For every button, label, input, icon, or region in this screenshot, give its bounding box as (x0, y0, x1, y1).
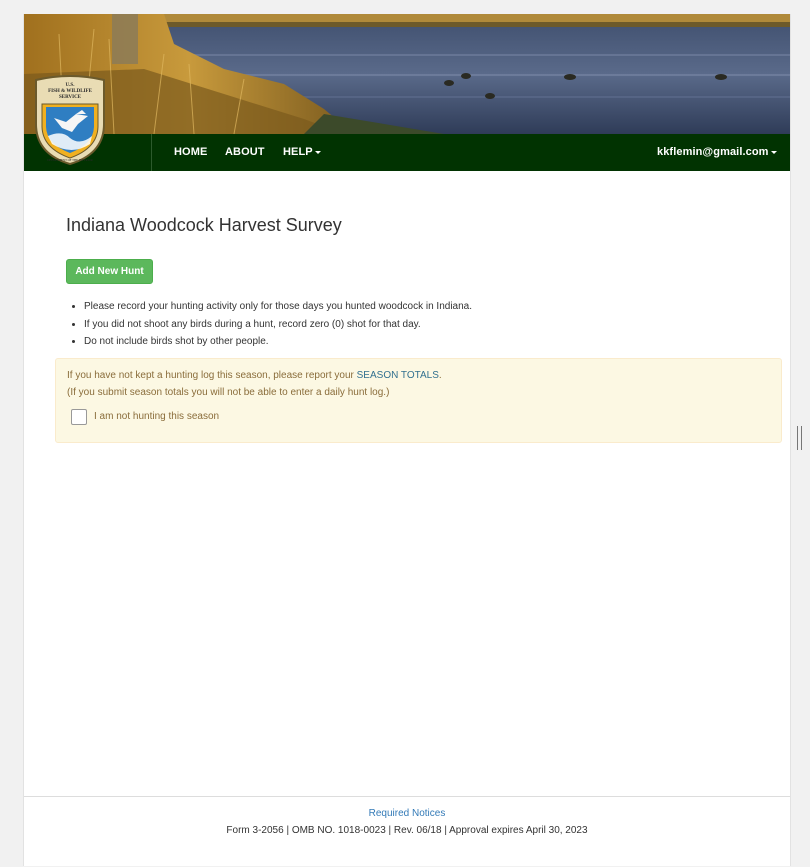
page-container: HOME ABOUT HELP kkflemin@gmail.com U.S. … (23, 14, 791, 866)
main-navbar: HOME ABOUT HELP kkflemin@gmail.com (24, 134, 790, 171)
not-hunting-checkbox[interactable] (71, 409, 87, 425)
seal-ring-text: DEPARTMENT OF THE INTERIOR (47, 158, 93, 162)
seal-line-2: FISH & WILDLIFE (48, 89, 92, 94)
nav-home-link[interactable]: HOME (174, 134, 207, 171)
nav-about-link[interactable]: ABOUT (225, 134, 265, 171)
not-hunting-label[interactable]: I am not hunting this season (94, 411, 219, 422)
chevron-down-icon (770, 150, 777, 154)
grip-line (801, 426, 802, 450)
page-footer: Required Notices Form 3-2056 | OMB NO. 1… (24, 796, 790, 867)
usfws-logo[interactable]: U.S. FISH & WILDLIFE SERVICE DEPARTMENT … (32, 74, 108, 166)
grip-line (797, 426, 798, 450)
instruction-item: Do not include birds shot by other peopl… (84, 335, 784, 353)
nav-help-dropdown[interactable]: HELP (283, 134, 321, 171)
form-info-text: Form 3-2056 | OMB NO. 1018-0023 | Rev. 0… (226, 825, 588, 836)
season-totals-warning: (If you submit season totals you will no… (67, 387, 390, 398)
chevron-down-icon (314, 150, 321, 154)
user-account-dropdown[interactable]: kkflemin@gmail.com (657, 134, 777, 171)
seal-line-3: SERVICE (59, 95, 82, 100)
season-totals-message: If you have not kept a hunting log this … (67, 370, 442, 381)
instruction-item: If you did not shoot any birds during a … (84, 318, 784, 336)
season-totals-alert: If you have not kept a hunting log this … (55, 358, 782, 443)
season-totals-link[interactable]: SEASON TOTALS (357, 370, 439, 381)
nav-help-label: HELP (283, 146, 313, 158)
instruction-item: Please record your hunting activity only… (84, 300, 784, 318)
page-title: Indiana Woodcock Harvest Survey (66, 215, 342, 235)
navbar-divider (151, 134, 152, 171)
seal-line-1: U.S. (66, 83, 76, 88)
user-email: kkflemin@gmail.com (657, 146, 769, 158)
add-new-hunt-button[interactable]: Add New Hunt (66, 259, 153, 284)
scrollbar-grip[interactable] (796, 426, 804, 450)
header-banner-image (24, 14, 790, 134)
season-totals-suffix: . (438, 370, 442, 381)
required-notices-link[interactable]: Required Notices (24, 808, 790, 819)
instructions-list: Please record your hunting activity only… (66, 300, 784, 353)
season-totals-prefix: If you have not kept a hunting log this … (67, 370, 357, 381)
